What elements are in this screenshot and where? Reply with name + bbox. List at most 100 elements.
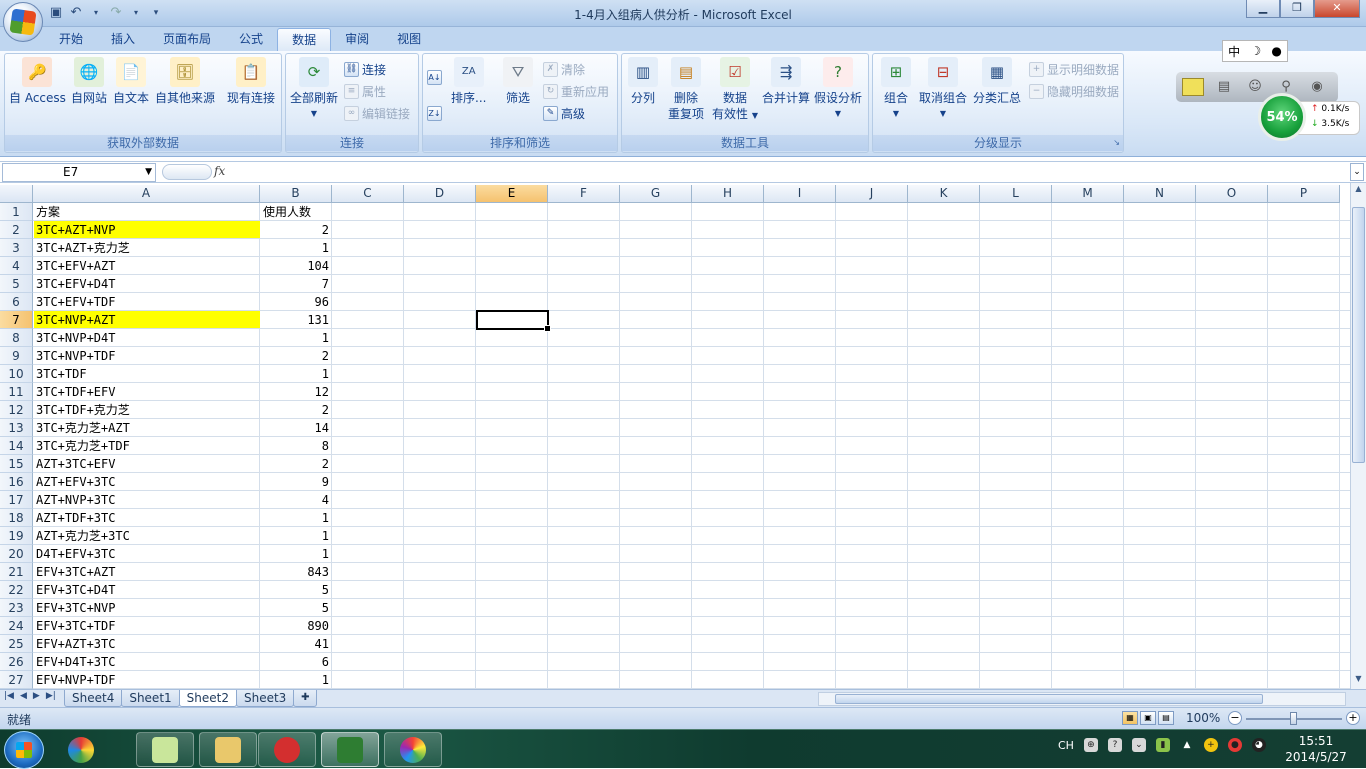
system-clock[interactable]: 15:51 2014/5/27: [1283, 733, 1349, 765]
cell-b14[interactable]: 8: [261, 437, 331, 454]
sheet-tab-sheet1[interactable]: Sheet1: [121, 690, 180, 707]
sort-descending-button[interactable]: Z↓: [427, 106, 445, 121]
tab-home[interactable]: 开始: [45, 28, 97, 51]
scroll-down-icon[interactable]: ▼: [1352, 674, 1365, 688]
row-header-8[interactable]: 8: [0, 329, 33, 347]
cell-b16[interactable]: 9: [261, 473, 331, 490]
battery-icon[interactable]: ▮: [1155, 738, 1170, 752]
row-header-10[interactable]: 10: [0, 365, 33, 383]
dialog-launcher-icon[interactable]: ↘: [1113, 135, 1120, 151]
column-header-n[interactable]: N: [1124, 185, 1196, 203]
cell-b5[interactable]: 7: [261, 275, 331, 292]
cell-b22[interactable]: 5: [261, 581, 331, 598]
row-header-25[interactable]: 25: [0, 635, 33, 653]
text-to-columns-button[interactable]: ▥ 分列: [628, 57, 658, 106]
moon-icon[interactable]: ☽: [1250, 44, 1261, 58]
cell-a4[interactable]: 3TC+EFV+AZT: [34, 257, 260, 274]
edit-links-button[interactable]: ∞ 编辑链接: [344, 105, 410, 122]
existing-connections-button[interactable]: 📋 现有连接: [227, 57, 275, 106]
row-header-15[interactable]: 15: [0, 455, 33, 473]
cell-b13[interactable]: 14: [261, 419, 331, 436]
tab-view[interactable]: 视图: [383, 28, 435, 51]
first-sheet-icon[interactable]: |◀: [4, 691, 14, 701]
cell-a1[interactable]: 方案: [34, 203, 260, 220]
expand-formula-bar-icon[interactable]: ⌄: [1350, 163, 1364, 181]
row-header-7[interactable]: 7: [0, 311, 33, 329]
insert-function-icon[interactable]: fx: [214, 164, 225, 178]
cell-a13[interactable]: 3TC+克力芝+AZT: [34, 419, 260, 436]
column-header-f[interactable]: F: [548, 185, 620, 203]
cell-b12[interactable]: 2: [261, 401, 331, 418]
properties-button[interactable]: ≡ 属性: [344, 83, 386, 100]
select-all-corner[interactable]: [0, 185, 33, 203]
memory-usage-ring[interactable]: 54%: [1258, 93, 1306, 141]
restore-button[interactable]: ❐: [1280, 0, 1314, 18]
cell-b27[interactable]: 1: [261, 671, 331, 688]
consolidate-button[interactable]: ⇶ 合并计算: [762, 57, 810, 106]
cell-a15[interactable]: AZT+3TC+EFV: [34, 455, 260, 472]
cell-a17[interactable]: AZT+NVP+3TC: [34, 491, 260, 508]
sort-button[interactable]: ZA 排序...: [451, 57, 486, 106]
column-header-k[interactable]: K: [908, 185, 980, 203]
last-sheet-icon[interactable]: ▶|: [46, 691, 56, 701]
minimize-button[interactable]: ▁: [1246, 0, 1280, 18]
taskbar-app-explorer[interactable]: [199, 732, 257, 767]
cell-a5[interactable]: 3TC+EFV+D4T: [34, 275, 260, 292]
cell-a3[interactable]: 3TC+AZT+克力芝: [34, 239, 260, 256]
subtotal-button[interactable]: ▦ 分类汇总: [973, 57, 1021, 106]
zoom-slider-thumb[interactable]: [1290, 712, 1297, 725]
column-header-i[interactable]: I: [764, 185, 836, 203]
clear-filter-button[interactable]: ✗ 清除: [543, 61, 585, 78]
sheet-tab-sheet4[interactable]: Sheet4: [64, 690, 123, 707]
column-header-g[interactable]: G: [620, 185, 692, 203]
group-button[interactable]: ⊞ 组合 ▼: [881, 57, 911, 122]
column-header-m[interactable]: M: [1052, 185, 1124, 203]
sheet-tab-sheet2[interactable]: Sheet2: [178, 690, 237, 707]
connections-button[interactable]: ⛓ 连接: [344, 61, 386, 78]
cell-a20[interactable]: D4T+EFV+3TC: [34, 545, 260, 562]
ungroup-button[interactable]: ⊟ 取消组合 ▼: [919, 57, 967, 122]
validation-dropdown-icon[interactable]: ▼: [752, 111, 758, 120]
redo-dropdown-icon[interactable]: ▾: [128, 5, 144, 21]
start-button[interactable]: [4, 731, 44, 769]
cell-b4[interactable]: 104: [261, 257, 331, 274]
refresh-all-button[interactable]: ⟳ 全部刷新 ▼: [290, 57, 338, 122]
row-header-20[interactable]: 20: [0, 545, 33, 563]
tray-menu-icon[interactable]: ⌄: [1131, 738, 1146, 752]
customize-qat-icon[interactable]: ▾: [148, 5, 164, 21]
column-header-j[interactable]: J: [836, 185, 908, 203]
row-header-16[interactable]: 16: [0, 473, 33, 491]
cell-b10[interactable]: 1: [261, 365, 331, 382]
what-if-analysis-button[interactable]: ? 假设分析 ▼: [814, 57, 862, 122]
ime-language[interactable]: 中: [1228, 43, 1240, 60]
horizontal-scrollbar[interactable]: [818, 692, 1346, 706]
name-box[interactable]: E7 ▼: [2, 163, 156, 182]
column-header-p[interactable]: P: [1268, 185, 1340, 203]
cell-a7[interactable]: 3TC+NVP+AZT: [34, 311, 260, 328]
cell-b1[interactable]: 使用人数: [261, 203, 331, 220]
cell-b7[interactable]: 131: [261, 311, 331, 328]
column-header-a[interactable]: A: [33, 185, 260, 203]
cell-a26[interactable]: EFV+D4T+3TC: [34, 653, 260, 670]
notebook-icon[interactable]: ▤: [1213, 78, 1235, 96]
row-header-26[interactable]: 26: [0, 653, 33, 671]
row-header-19[interactable]: 19: [0, 527, 33, 545]
row-header-6[interactable]: 6: [0, 293, 33, 311]
qq-icon[interactable]: ◕: [1251, 738, 1266, 752]
cell-a27[interactable]: EFV+NVP+TDF: [34, 671, 260, 688]
row-header-12[interactable]: 12: [0, 401, 33, 419]
cell-a11[interactable]: 3TC+TDF+EFV: [34, 383, 260, 400]
cell-b24[interactable]: 890: [261, 617, 331, 634]
ime-tray-icon[interactable]: ⊕: [1083, 738, 1098, 752]
row-header-22[interactable]: 22: [0, 581, 33, 599]
row-header-21[interactable]: 21: [0, 563, 33, 581]
sticky-note-icon[interactable]: [1182, 78, 1204, 96]
cell-a25[interactable]: EFV+AZT+3TC: [34, 635, 260, 652]
vertical-scrollbar[interactable]: ▲ ▼: [1350, 183, 1366, 689]
row-header-27[interactable]: 27: [0, 671, 33, 689]
tab-data[interactable]: 数据: [277, 28, 332, 51]
normal-view-icon[interactable]: ▦: [1122, 711, 1138, 725]
row-header-4[interactable]: 4: [0, 257, 33, 275]
ungroup-dropdown-icon[interactable]: ▼: [940, 106, 946, 122]
from-text-button[interactable]: 📄 自文本: [113, 57, 149, 106]
